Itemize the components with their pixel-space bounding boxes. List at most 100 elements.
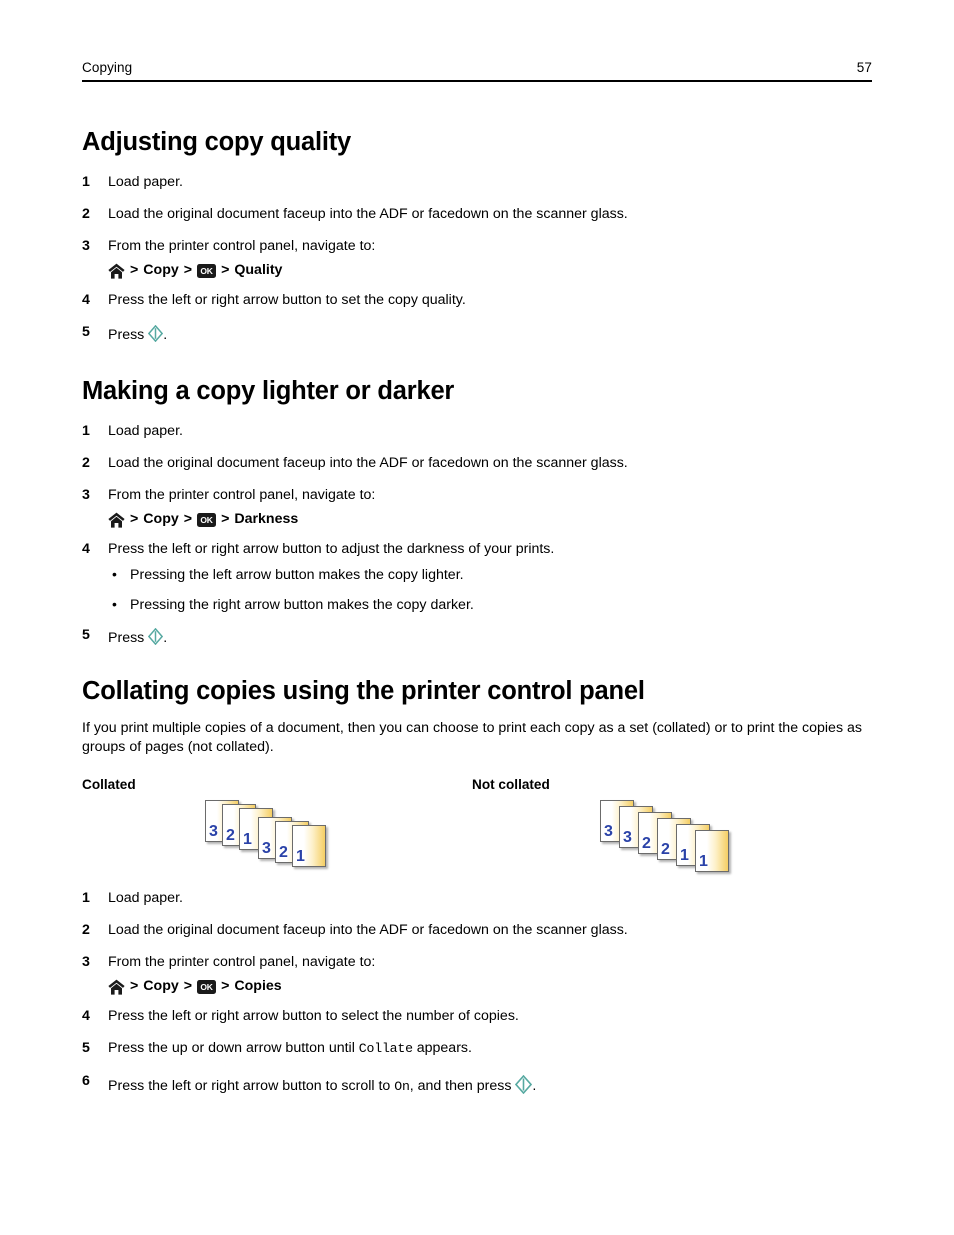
- sheet-number: 3: [209, 823, 218, 840]
- step-text: Press the up or down arrow button until: [108, 1040, 355, 1056]
- home-icon[interactable]: [108, 512, 125, 528]
- menu-term-on: On: [394, 1079, 410, 1094]
- step-item: 3 From the printer control panel, naviga…: [82, 952, 882, 996]
- home-icon[interactable]: [108, 263, 125, 279]
- sheet-number: 1: [699, 853, 708, 870]
- step-text: From the printer control panel, navigate…: [108, 238, 376, 254]
- steps-collating-copies: 1 Load paper. 2 Load the original docume…: [82, 888, 882, 1109]
- collating-intro-paragraph: If you print multiple copies of a docume…: [82, 720, 862, 755]
- step-text: Load paper.: [108, 423, 183, 439]
- path-item-target[interactable]: Quality: [234, 260, 282, 280]
- start-icon[interactable]: [148, 324, 164, 343]
- step-number: 3: [82, 487, 90, 503]
- path-separator: >: [130, 978, 139, 994]
- document-page: Copying 57 Adjusting copy quality 1 Load…: [0, 0, 954, 1235]
- page-sheet: 1: [695, 830, 729, 872]
- step-text: Load the original document faceup into t…: [108, 206, 628, 222]
- step-text: Press: [108, 630, 145, 646]
- step-number: 2: [82, 922, 90, 938]
- step-text: Load the original document faceup into t…: [108, 922, 628, 938]
- figure-label-collated: Collated: [82, 777, 136, 792]
- header-chapter-label: Copying: [82, 60, 133, 75]
- step-text: Press the left or right arrow button to …: [108, 541, 555, 557]
- step-item: 2 Load the original document faceup into…: [82, 920, 882, 940]
- path-separator: >: [183, 262, 193, 278]
- step-item: 5 Press .: [82, 322, 882, 345]
- figure-label-not-collated: Not collated: [472, 777, 550, 792]
- path-item-copy[interactable]: Copy: [143, 976, 178, 996]
- path-item-copy[interactable]: Copy: [143, 260, 178, 280]
- step-text-tail: , and then press: [409, 1078, 512, 1094]
- step-number: 5: [82, 627, 90, 643]
- path-item-target[interactable]: Darkness: [234, 509, 298, 529]
- page-sheet: 1: [292, 825, 326, 867]
- step-number: 2: [82, 206, 90, 222]
- start-icon[interactable]: [148, 627, 164, 646]
- step-text: Press the left or right arrow button to …: [108, 1008, 519, 1024]
- step-number: 1: [82, 890, 90, 906]
- step-text: Press the left or right arrow button to …: [108, 292, 466, 308]
- step-number: 1: [82, 423, 90, 439]
- step-item: 2 Load the original document faceup into…: [82, 453, 882, 473]
- step-item: 6 Press the left or right arrow button t…: [82, 1071, 882, 1097]
- home-icon[interactable]: [108, 979, 125, 995]
- path-item-target[interactable]: Copies: [234, 976, 281, 996]
- sheet-number: 2: [642, 835, 651, 852]
- navigation-path: > Copy > OK > Quality: [108, 260, 882, 280]
- step-number: 6: [82, 1073, 90, 1089]
- step-item: 5 Press the up or down arrow button unti…: [82, 1038, 882, 1059]
- ok-button-icon[interactable]: OK: [197, 264, 217, 278]
- sheet-number: 2: [279, 844, 288, 861]
- section-heading-making-a-copy-lighter-or-darker: Making a copy lighter or darker: [82, 377, 455, 405]
- sheet-number: 2: [661, 841, 670, 858]
- step-number: 3: [82, 238, 90, 254]
- bullet-list: Pressing the left arrow button makes the…: [108, 564, 882, 615]
- ok-button-icon[interactable]: OK: [197, 513, 217, 527]
- step-item: 2 Load the original document faceup into…: [82, 204, 882, 224]
- step-item: 4 Press the left or right arrow button t…: [82, 1006, 882, 1026]
- step-number: 5: [82, 324, 90, 340]
- step-text-tail: appears.: [416, 1040, 472, 1056]
- step-item: 1 Load paper.: [82, 888, 882, 908]
- header-page-number: 57: [856, 60, 872, 75]
- sentence-period: .: [532, 1078, 537, 1094]
- menu-term-collate: Collate: [358, 1041, 413, 1056]
- sheet-number: 3: [604, 823, 613, 840]
- section-heading-collating-copies: Collating copies using the printer contr…: [82, 677, 645, 705]
- steps-adjusting-copy-quality: 1 Load paper. 2 Load the original docume…: [82, 172, 882, 357]
- step-item: 4 Press the left or right arrow button t…: [82, 539, 882, 615]
- step-text: Press the left or right arrow button to …: [108, 1078, 391, 1094]
- step-text: From the printer control panel, navigate…: [108, 954, 376, 970]
- navigation-path: > Copy > OK > Copies: [108, 976, 882, 996]
- step-text: Load the original document faceup into t…: [108, 455, 628, 471]
- path-separator: >: [183, 978, 193, 994]
- path-item-copy[interactable]: Copy: [143, 509, 178, 529]
- step-number: 4: [82, 292, 90, 308]
- path-separator: >: [221, 978, 230, 994]
- step-text: Load paper.: [108, 174, 183, 190]
- header-divider: [82, 80, 872, 82]
- steps-making-a-copy-lighter-or-darker: 1 Load paper. 2 Load the original docume…: [82, 421, 882, 660]
- path-separator: >: [221, 262, 230, 278]
- step-number: 5: [82, 1040, 90, 1056]
- sheet-number: 2: [226, 827, 235, 844]
- path-separator: >: [130, 262, 139, 278]
- step-number: 4: [82, 541, 90, 557]
- step-text: Press: [108, 327, 145, 343]
- sentence-period: .: [163, 327, 168, 343]
- step-item: 1 Load paper.: [82, 421, 882, 441]
- step-number: 4: [82, 1008, 90, 1024]
- start-icon[interactable]: [515, 1074, 533, 1095]
- path-separator: >: [183, 511, 193, 527]
- step-item: 1 Load paper.: [82, 172, 882, 192]
- step-number: 3: [82, 954, 90, 970]
- list-item: Pressing the left arrow button makes the…: [108, 564, 882, 585]
- list-item: Pressing the right arrow button makes th…: [108, 594, 882, 615]
- ok-button-icon[interactable]: OK: [197, 980, 217, 994]
- running-header: Copying 57: [82, 60, 872, 82]
- step-item: 5 Press .: [82, 625, 882, 648]
- path-separator: >: [221, 511, 230, 527]
- figure-collated-stack: 3 2 1 3 2 1: [205, 800, 405, 880]
- sheet-number: 3: [262, 840, 271, 857]
- step-item: 3 From the printer control panel, naviga…: [82, 485, 882, 529]
